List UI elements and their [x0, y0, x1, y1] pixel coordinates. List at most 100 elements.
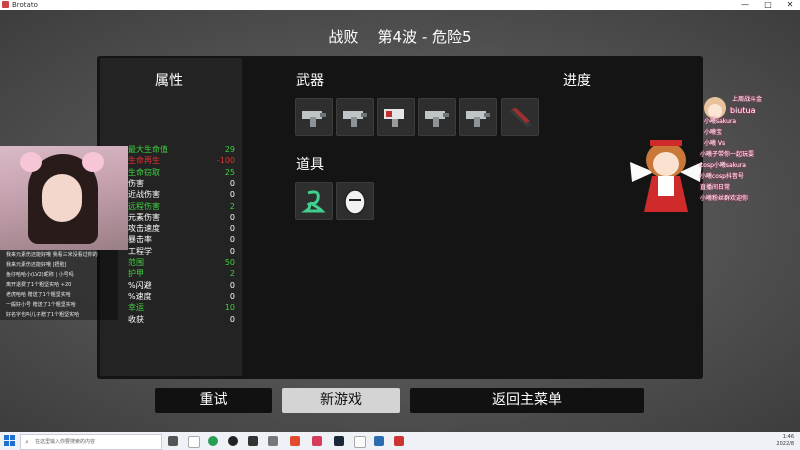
stat-value: 0 [229, 178, 235, 188]
fan-row: 小曦粉丝群欢迎你 [700, 195, 749, 202]
stat-row: 远程伤害 2 [125, 201, 235, 212]
main-menu-button[interactable]: 返回主菜单 [410, 388, 644, 413]
ear-headband-right [82, 152, 104, 172]
taskbar-search-box[interactable]: ⌕ 在这里输入你要搜索的内容 [20, 434, 162, 450]
chat-line: 老虎哈哈 赠送了1个粗坚实哈 [0, 290, 118, 300]
fan-list-overlay: 上周战斗金 biutua 小曦sakura 小曦宝 小曦 Vs 小曦子带你一起玩… [696, 94, 800, 222]
stat-row: 范围 50 [125, 257, 235, 268]
chrome-icon[interactable] [208, 436, 218, 446]
smg-icon [343, 111, 367, 127]
items-title: 道具 [296, 157, 324, 173]
stat-label: 护甲 [128, 269, 144, 279]
file-explorer-icon[interactable] [188, 436, 200, 448]
wave-label: 第4波 - 危险5 [377, 28, 472, 46]
stat-label: 收获 [128, 314, 144, 324]
progress-title: 进度 [563, 73, 591, 89]
app-icon [2, 1, 9, 8]
stat-value: 0 [229, 291, 235, 301]
shredder-icon [384, 109, 404, 127]
fan-row: 小曦sakura [704, 118, 737, 125]
stats-title: 属性 [155, 73, 183, 89]
stat-label: 生命再生 [128, 156, 160, 166]
item-slot-egg[interactable] [336, 182, 374, 220]
task-view-icon[interactable] [168, 436, 178, 446]
stat-value: 0 [229, 224, 235, 234]
brotato-taskbar-icon[interactable] [394, 436, 404, 446]
app-icon-gray[interactable] [268, 436, 278, 446]
new-game-button[interactable]: 新游戏 [282, 388, 400, 413]
stat-row: 护甲 2 [125, 268, 235, 279]
stat-value: 25 [224, 167, 235, 177]
chat-line: 一般好小号 赠送了1个粗坚实哈 [0, 300, 118, 310]
fan-row: 小曦子带你一起玩耍 [700, 151, 755, 158]
smg-icon [425, 111, 449, 127]
webcam-overlay [0, 146, 128, 250]
item-slot-green-swirl[interactable] [295, 182, 333, 220]
stat-label: 幸运 [128, 303, 144, 313]
stat-value: 10 [224, 303, 235, 313]
ear-headband-left [20, 152, 42, 172]
stream-chat: 我来元素伤还能好哦 我看三米没看过你的 我来元素伤还能好哦 [捂脸] 鱼仔哈哈小… [0, 250, 118, 325]
egg-face-icon [344, 189, 366, 215]
search-placeholder: 在这里输入你要搜索的内容 [35, 439, 96, 445]
app-icon-yellow[interactable] [248, 436, 258, 446]
system-clock[interactable]: 1:46 2022/8 [776, 434, 794, 448]
weapon-slot-smg[interactable] [336, 98, 374, 136]
clock-date: 2022/8 [776, 441, 794, 447]
green-swirl-icon [301, 190, 326, 213]
weapon-slot-minigun[interactable] [501, 98, 539, 136]
streamer-face [42, 174, 82, 222]
weapon-slot-shredder[interactable] [377, 98, 415, 136]
chat-line: 鱼仔哈哈小(LV2)昵称 | 小号吗 [0, 270, 118, 280]
clock-time: 1:46 [782, 434, 794, 440]
stat-row: 幸运 10 [125, 302, 235, 313]
windows-start-icon[interactable] [4, 435, 16, 447]
close-button[interactable]: ✕ [781, 0, 799, 10]
stat-row: 攻击速度 0 [125, 223, 235, 234]
minimize-button[interactable]: — [736, 0, 754, 10]
stat-label: 元素伤害 [128, 212, 160, 222]
stat-row: %闪避 0 [125, 280, 235, 291]
fan-row: 小曦 Vs [704, 140, 726, 147]
chat-line: 我来元素伤还能好哦 我看三米没看过你的 [0, 250, 118, 260]
fan-row: 上周战斗金 [732, 96, 763, 103]
taskbar: ⌕ 在这里输入你要搜索的内容 1:46 2022/8 [0, 432, 800, 450]
stat-value: 2 [229, 201, 235, 211]
weapon-slot-smg[interactable] [418, 98, 456, 136]
steam-icon[interactable] [334, 436, 344, 446]
retry-button[interactable]: 重试 [155, 388, 272, 413]
chat-line: 好名字也叫儿子赠了1个粗坚实哈 [0, 310, 118, 320]
stat-label: 范围 [128, 258, 144, 267]
result-label: 战败 [328, 28, 359, 46]
app-icon-white[interactable] [354, 436, 366, 448]
anime-character-sticker [630, 140, 702, 212]
fan-row: 直播间日常 [700, 184, 731, 191]
stat-row: 伤害 0 [125, 178, 235, 189]
stat-row: 工程学 0 [125, 246, 235, 257]
stat-value: 2 [229, 269, 235, 279]
stat-row: 生命再生 -100 [125, 155, 235, 166]
app-icon-red[interactable] [290, 436, 300, 446]
app-icon-blue[interactable] [374, 436, 384, 446]
stat-row: 生命窃取 25 [125, 167, 235, 178]
stat-value: -100 [216, 156, 235, 166]
weapons-title: 武器 [296, 73, 324, 89]
stat-label: 攻击速度 [128, 224, 160, 234]
app-icon-dark[interactable] [228, 436, 238, 446]
stat-row: 元素伤害 0 [125, 212, 235, 223]
app-icon-pink[interactable] [312, 436, 322, 446]
fan-row: cosp小曦sakura [700, 162, 746, 169]
stat-label: 最大生命值 [128, 145, 168, 154]
stat-value: 0 [229, 280, 235, 290]
stat-value: 0 [229, 246, 235, 256]
stat-value: 29 [224, 145, 235, 154]
window-titlebar: Brotato — □ ✕ [0, 0, 800, 10]
weapon-slot-smg[interactable] [295, 98, 333, 136]
stat-row: %速度 0 [125, 291, 235, 302]
stat-row: 收获 0 [125, 314, 235, 325]
window-title: Brotato [12, 1, 38, 9]
stat-label: 远程伤害 [128, 201, 160, 211]
maximize-button[interactable]: □ [759, 0, 777, 10]
stat-label: 工程学 [128, 246, 152, 256]
weapon-slot-smg[interactable] [459, 98, 497, 136]
